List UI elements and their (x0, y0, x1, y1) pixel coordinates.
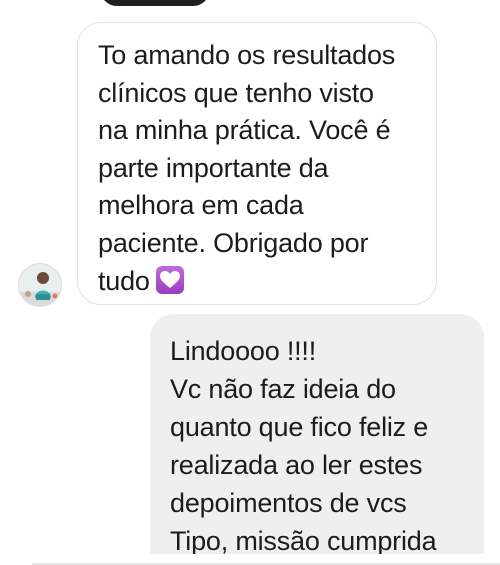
incoming-message-line: To amando os resultados (98, 40, 396, 70)
previous-message-bubble[interactable] (100, 0, 210, 6)
incoming-message-bubble[interactable]: To amando os resultados clínicos que ten… (77, 22, 437, 305)
incoming-message-line: na minha prática. Você é (98, 115, 391, 146)
incoming-message-line-last: tudo (98, 263, 416, 301)
sender-avatar[interactable] (18, 263, 62, 307)
outgoing-message-text: Lindoooo !!!! Vc não faz ideia do quanto… (170, 332, 484, 554)
incoming-message-line: clínicos que tenho visto (98, 77, 374, 108)
incoming-message-text: To amando os resultados clínicos que ten… (98, 37, 416, 300)
outgoing-message-line: Tipo, missão cumprida (170, 526, 437, 554)
outgoing-message-line: quanto que fico feliz e (170, 412, 429, 442)
outgoing-message-line: realizada ao ler estes (170, 450, 423, 480)
outgoing-message-bubble[interactable]: Lindoooo !!!! Vc não faz ideia do quanto… (150, 314, 484, 554)
outgoing-message-line: depoimentos de vcs (170, 488, 407, 518)
outgoing-message-line: Vc não faz ideia do (170, 374, 396, 404)
incoming-message-line: paciente. Obrigado por (98, 227, 369, 258)
incoming-message-line: melhora em cada (98, 190, 304, 221)
outgoing-message-line: Lindoooo !!!! (170, 336, 317, 366)
incoming-message-line: parte importante da (98, 152, 329, 183)
incoming-message-line: tudo (98, 265, 150, 296)
purple-heart-icon (155, 265, 184, 294)
